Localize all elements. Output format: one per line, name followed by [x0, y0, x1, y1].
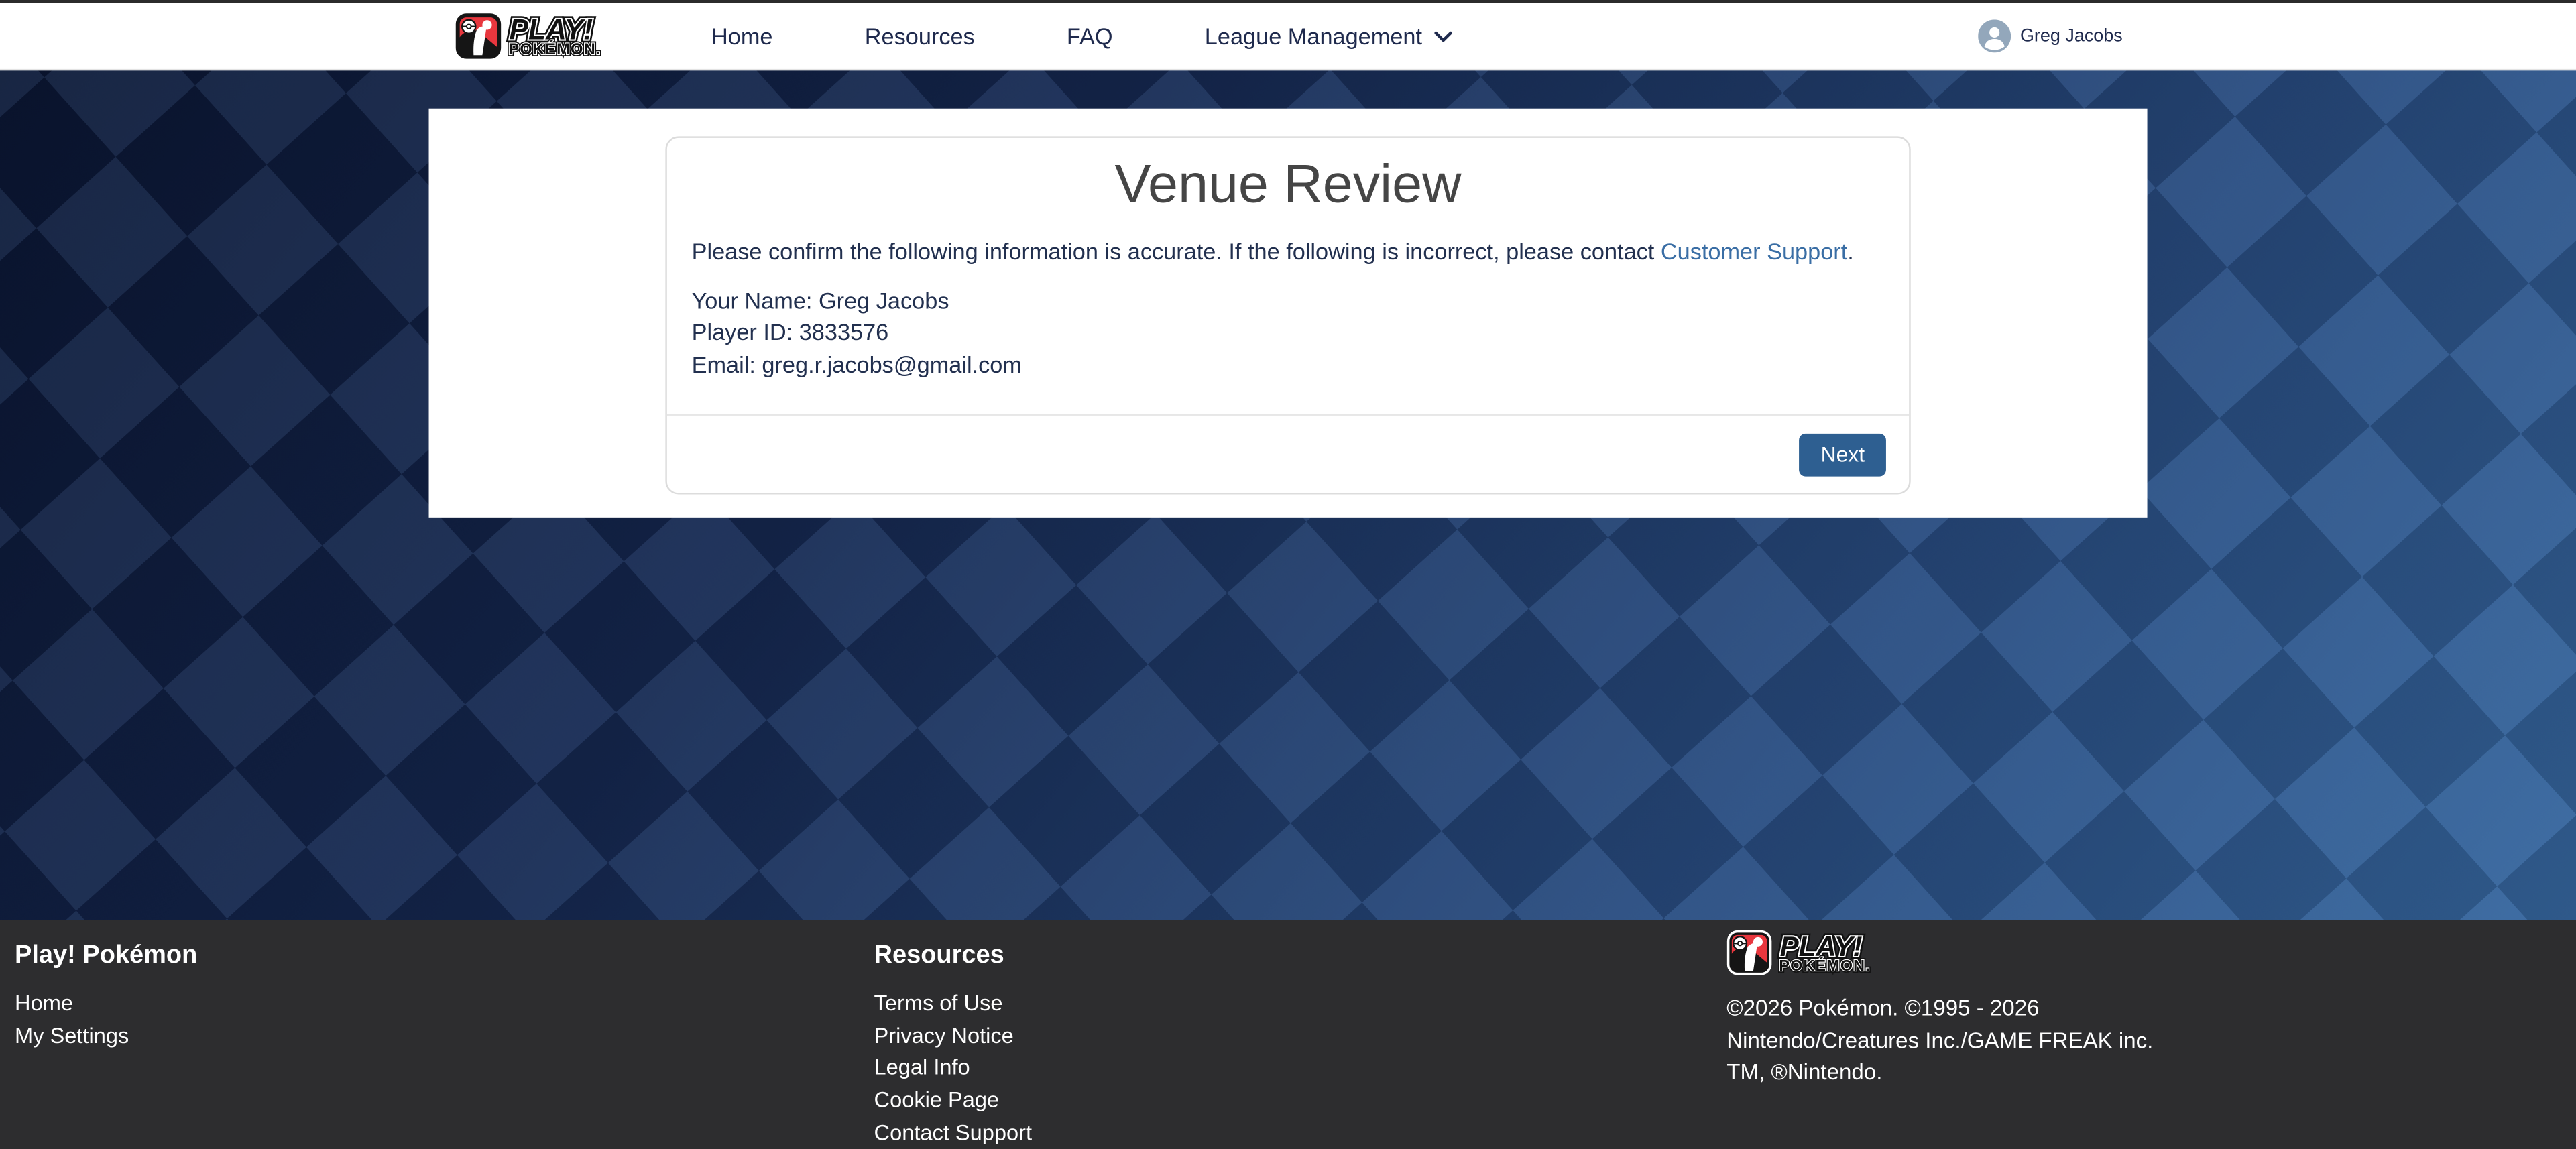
confirmation-text: Please confirm the following information… [692, 237, 1885, 269]
footer-play-pokemon-logo[interactable]: PLAY! PLAY! POKÉMON. POKÉMON. [1726, 930, 1924, 976]
footer-heading-play-pokemon: Play! Pokémon [15, 941, 197, 971]
nav-item-faq[interactable]: FAQ [1067, 23, 1113, 49]
footer-link-privacy-notice[interactable]: Privacy Notice [874, 1020, 1032, 1052]
nav-item-home-label: Home [711, 23, 773, 49]
nav-item-faq-label: FAQ [1067, 23, 1113, 49]
main-content-area: Venue Review Please confirm the followin… [0, 70, 2576, 920]
confirmation-text-start: Please confirm the following information… [692, 238, 1661, 264]
user-name: Greg Jacobs [2020, 26, 2123, 46]
page-title: Venue Review [692, 153, 1885, 217]
nav-item-resources[interactable]: Resources [865, 23, 975, 49]
logo-pokemon-text: POKÉMON. [508, 40, 601, 58]
footer-column-legal: PLAY! PLAY! POKÉMON. POKÉMON. ©2026 Poké… [1726, 930, 2197, 1088]
nav-item-home[interactable]: Home [711, 23, 773, 49]
venue-review-card: Venue Review Please confirm the followin… [665, 136, 1910, 494]
user-avatar-icon [1977, 19, 2010, 52]
footer-column-resources: Resources Terms of Use Privacy Notice Le… [874, 941, 1032, 1149]
footer-play-pokemon-logo-graphic: PLAY! PLAY! POKÉMON. POKÉMON. [1726, 930, 1924, 976]
footer-link-cookie-page[interactable]: Cookie Page [874, 1084, 1032, 1116]
chevron-down-icon [1433, 30, 1452, 42]
player-name-line: Your Name: Greg Jacobs [692, 285, 1885, 317]
play-pokemon-logo[interactable]: PLAY! PLAY! POKÉMON. POKÉMON. [455, 13, 656, 60]
copyright-text: ©2026 Pokémon. ©1995 - 2026 Nintendo/Cre… [1726, 992, 2197, 1088]
content-panel: Venue Review Please confirm the followin… [429, 109, 2148, 518]
footer-link-home[interactable]: Home [15, 987, 197, 1020]
venue-review-card-body: Venue Review Please confirm the followin… [667, 138, 1909, 414]
player-id-line: Player ID: 3833576 [692, 317, 1885, 349]
top-navigation-bar: PLAY! PLAY! POKÉMON. POKÉMON. Home Resou… [0, 3, 2576, 70]
footer-column-play-pokemon: Play! Pokémon Home My Settings [15, 941, 197, 1052]
footer-link-my-settings[interactable]: My Settings [15, 1020, 197, 1052]
footer-link-terms-of-use[interactable]: Terms of Use [874, 987, 1032, 1020]
nav-links: Home Resources FAQ League Management [711, 3, 1452, 69]
footer-link-legal-info[interactable]: Legal Info [874, 1052, 1032, 1084]
footer-heading-resources: Resources [874, 941, 1032, 971]
next-button[interactable]: Next [1800, 433, 1886, 476]
confirmation-text-end: . [1847, 238, 1854, 264]
player-email-line: Email: greg.r.jacobs@gmail.com [692, 349, 1885, 381]
nav-item-resources-label: Resources [865, 23, 975, 49]
page: PLAY! PLAY! POKÉMON. POKÉMON. Home Resou… [0, 0, 2576, 1149]
play-pokemon-logo-graphic: PLAY! PLAY! POKÉMON. POKÉMON. [455, 13, 656, 60]
venue-review-card-footer: Next [667, 414, 1909, 493]
footer-logo-pokemon-text: POKÉMON. [1779, 956, 1870, 974]
user-menu[interactable]: Greg Jacobs [1977, 3, 2123, 69]
nav-item-league-management-label: League Management [1205, 23, 1422, 49]
footer-link-contact-support[interactable]: Contact Support [874, 1117, 1032, 1149]
nav-item-league-management[interactable]: League Management [1205, 23, 1452, 49]
page-footer: Play! Pokémon Home My Settings Resources… [0, 920, 2576, 1149]
customer-support-link[interactable]: Customer Support [1661, 238, 1847, 264]
